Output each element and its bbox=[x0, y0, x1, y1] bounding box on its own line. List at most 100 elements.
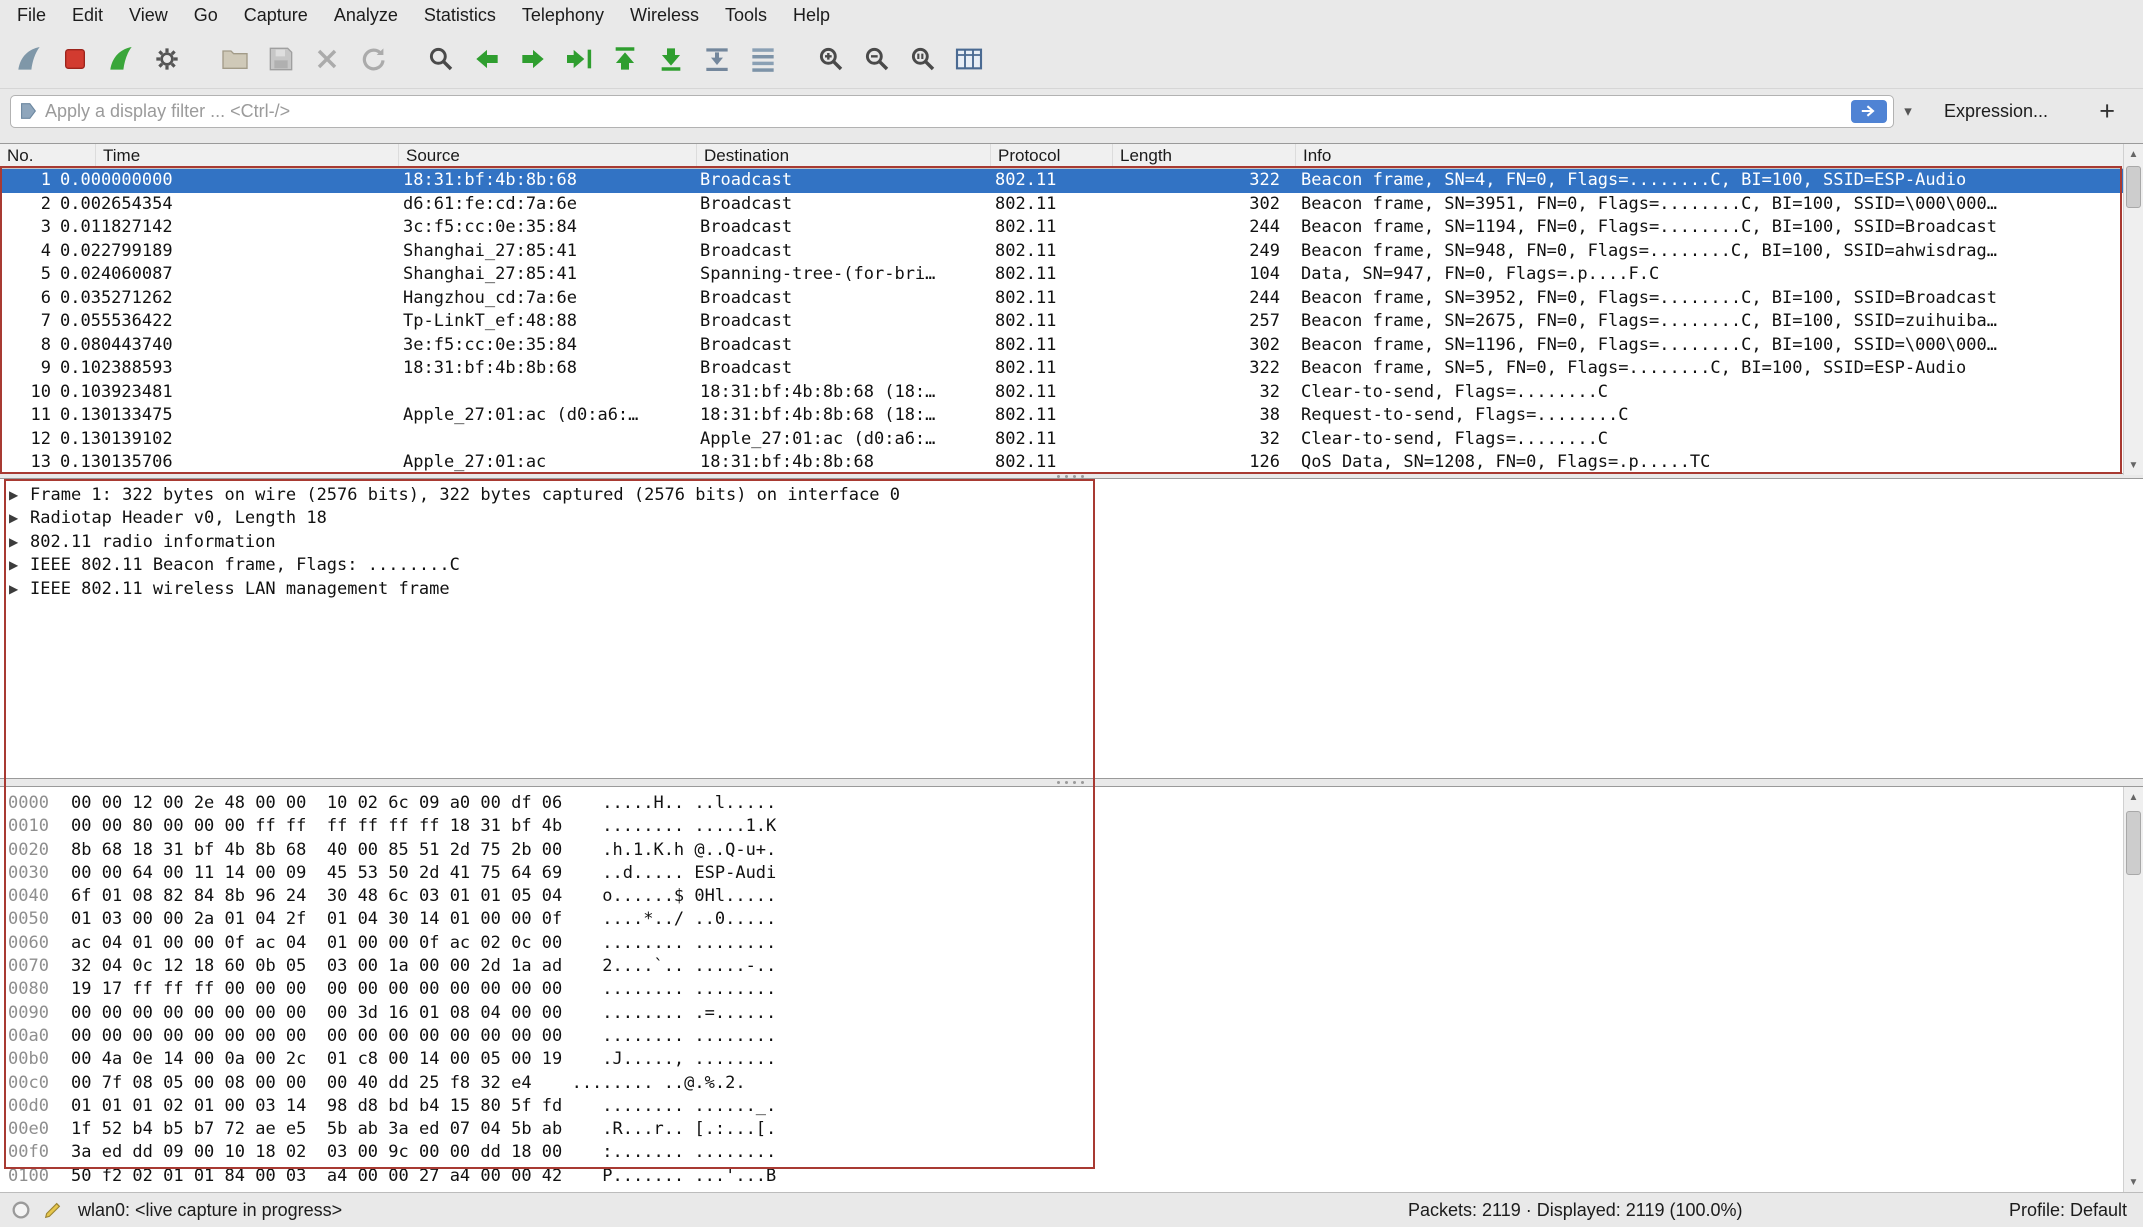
filter-dropdown-button[interactable]: ▾ bbox=[1894, 102, 1922, 120]
column-header-source[interactable]: Source bbox=[399, 144, 697, 168]
expand-arrow-icon[interactable]: ▶ bbox=[6, 535, 30, 549]
column-header-no[interactable]: No. bbox=[0, 144, 96, 168]
capture-comment-icon[interactable] bbox=[42, 1199, 64, 1221]
menu-item-view[interactable]: View bbox=[116, 0, 181, 30]
hex-dump-row[interactable]: 0050 01 03 00 00 2a 01 04 2f 01 04 30 14… bbox=[0, 908, 2143, 931]
capture-options-button[interactable] bbox=[144, 36, 190, 82]
packet-row[interactable]: 2 0.002654354 d6:61:fe:cd:7a:6e Broadcas… bbox=[0, 193, 2123, 217]
expert-info-icon[interactable] bbox=[10, 1199, 32, 1221]
hex-dump-row[interactable]: 00c0 00 7f 08 05 00 08 00 00 00 40 dd 25… bbox=[0, 1072, 2143, 1095]
go-last-packet-button[interactable] bbox=[648, 36, 694, 82]
menu-item-go[interactable]: Go bbox=[181, 0, 231, 30]
packet-row[interactable]: 10 0.103923481 18:31:bf:4b:8b:68 (18:… 8… bbox=[0, 381, 2123, 405]
hex-dump-row[interactable]: 0010 00 00 80 00 00 00 ff ff ff ff ff ff… bbox=[0, 815, 2143, 838]
scroll-up-button[interactable]: ▲ bbox=[2124, 787, 2143, 807]
menu-item-tools[interactable]: Tools bbox=[712, 0, 780, 30]
save-file-button[interactable] bbox=[258, 36, 304, 82]
hex-dump-row[interactable]: 0040 6f 01 08 82 84 8b 96 24 30 48 6c 03… bbox=[0, 885, 2143, 908]
menu-item-help[interactable]: Help bbox=[780, 0, 843, 30]
hex-dump-row[interactable]: 00d0 01 01 01 02 01 00 03 14 98 d8 bd b4… bbox=[0, 1095, 2143, 1118]
wireshark-fin-button[interactable] bbox=[6, 36, 52, 82]
detail-tree-row[interactable]: ▶ 802.11 radio information bbox=[0, 530, 2143, 554]
packet-row[interactable]: 4 0.022799189 Shanghai_27:85:41 Broadcas… bbox=[0, 240, 2123, 264]
packet-row[interactable]: 7 0.055536422 Tp-LinkT_ef:48:88 Broadcas… bbox=[0, 310, 2123, 334]
scrollbar-thumb[interactable] bbox=[2126, 166, 2141, 208]
packet-row[interactable]: 8 0.080443740 3e:f5:cc:0e:35:84 Broadcas… bbox=[0, 334, 2123, 358]
menu-item-edit[interactable]: Edit bbox=[59, 0, 116, 30]
menu-item-statistics[interactable]: Statistics bbox=[411, 0, 509, 30]
column-header-protocol[interactable]: Protocol bbox=[991, 144, 1113, 168]
go-forward-button[interactable] bbox=[510, 36, 556, 82]
hex-dump-row[interactable]: 00e0 1f 52 b4 b5 b7 72 ae e5 5b ab 3a ed… bbox=[0, 1118, 2143, 1141]
scroll-down-button[interactable]: ▼ bbox=[2124, 455, 2143, 475]
scroll-up-button[interactable]: ▲ bbox=[2124, 144, 2143, 164]
hex-ascii: .....H.. ..l..... bbox=[602, 792, 776, 815]
hex-dump-row[interactable]: 00a0 00 00 00 00 00 00 00 00 00 00 00 00… bbox=[0, 1025, 2143, 1048]
pane-splitter-handle[interactable] bbox=[1048, 780, 1092, 785]
menu-item-analyze[interactable]: Analyze bbox=[321, 0, 411, 30]
hex-dump-row[interactable]: 0090 00 00 00 00 00 00 00 00 00 3d 16 01… bbox=[0, 1002, 2143, 1025]
hex-dump-row[interactable]: 0020 8b 68 18 31 bf 4b 8b 68 40 00 85 51… bbox=[0, 839, 2143, 862]
hex-dump-row[interactable]: 0100 50 f2 02 01 01 84 00 03 a4 00 00 27… bbox=[0, 1165, 2143, 1188]
zoom-out-button[interactable] bbox=[854, 36, 900, 82]
open-file-button[interactable] bbox=[212, 36, 258, 82]
go-back-button[interactable] bbox=[464, 36, 510, 82]
auto-scroll-button[interactable] bbox=[694, 36, 740, 82]
cell-protocol: 802.11 bbox=[995, 240, 1113, 264]
resize-columns-button[interactable] bbox=[946, 36, 992, 82]
expand-arrow-icon[interactable]: ▶ bbox=[6, 511, 30, 525]
add-filter-button[interactable]: + bbox=[2099, 98, 2115, 125]
zoom-in-button[interactable] bbox=[808, 36, 854, 82]
cell-source: 18:31:bf:4b:8b:68 bbox=[403, 357, 700, 381]
expression-button[interactable]: Expression... bbox=[1944, 101, 2048, 122]
hex-dump-row[interactable]: 00b0 00 4a 0e 14 00 0a 00 2c 01 c8 00 14… bbox=[0, 1048, 2143, 1071]
hex-bytes: 00 00 00 00 00 00 00 00 00 3d 16 01 08 0… bbox=[71, 1002, 562, 1025]
cell-length: 104 bbox=[1113, 263, 1285, 287]
column-header-info[interactable]: Info bbox=[1296, 144, 2123, 168]
packet-row[interactable]: 1 0.000000000 18:31:bf:4b:8b:68 Broadcas… bbox=[0, 169, 2123, 193]
menu-item-file[interactable]: File bbox=[4, 0, 59, 30]
packet-row[interactable]: 13 0.130135706 Apple_27:01:ac 18:31:bf:4… bbox=[0, 451, 2123, 475]
detail-tree-row[interactable]: ▶ IEEE 802.11 Beacon frame, Flags: .....… bbox=[0, 554, 2143, 578]
packet-row[interactable]: 5 0.024060087 Shanghai_27:85:41 Spanning… bbox=[0, 263, 2123, 287]
display-filter-input[interactable] bbox=[45, 101, 1851, 122]
packet-row[interactable]: 6 0.035271262 Hangzhou_cd:7a:6e Broadcas… bbox=[0, 287, 2123, 311]
hex-dump-row[interactable]: 0060 ac 04 01 00 00 0f ac 04 01 00 00 0f… bbox=[0, 932, 2143, 955]
expand-arrow-icon[interactable]: ▶ bbox=[6, 582, 30, 596]
go-to-packet-button[interactable] bbox=[556, 36, 602, 82]
apply-filter-button[interactable] bbox=[1851, 100, 1887, 123]
detail-tree-row[interactable]: ▶ Radiotap Header v0, Length 18 bbox=[0, 507, 2143, 531]
packet-row[interactable]: 9 0.102388593 18:31:bf:4b:8b:68 Broadcas… bbox=[0, 357, 2123, 381]
find-packet-button[interactable] bbox=[418, 36, 464, 82]
menu-item-wireless[interactable]: Wireless bbox=[617, 0, 712, 30]
scrollbar-thumb[interactable] bbox=[2126, 811, 2141, 875]
hex-dump-row[interactable]: 0000 00 00 12 00 2e 48 00 00 10 02 6c 09… bbox=[0, 792, 2143, 815]
scroll-down-button[interactable]: ▼ bbox=[2124, 1172, 2143, 1192]
packet-row[interactable]: 12 0.130139102 Apple_27:01:ac (d0:a6:… 8… bbox=[0, 428, 2123, 452]
filter-bookmark-icon[interactable] bbox=[17, 100, 39, 122]
colorize-button[interactable] bbox=[740, 36, 786, 82]
hex-dump-row[interactable]: 0080 19 17 ff ff ff 00 00 00 00 00 00 00… bbox=[0, 978, 2143, 1001]
expand-arrow-icon[interactable]: ▶ bbox=[6, 488, 30, 502]
hex-dump-row[interactable]: 0070 32 04 0c 12 18 60 0b 05 03 00 1a 00… bbox=[0, 955, 2143, 978]
go-first-packet-button[interactable] bbox=[602, 36, 648, 82]
restart-capture-button[interactable] bbox=[98, 36, 144, 82]
reload-file-button[interactable] bbox=[350, 36, 396, 82]
packet-row[interactable]: 3 0.011827142 3c:f5:cc:0e:35:84 Broadcas… bbox=[0, 216, 2123, 240]
hex-dump-row[interactable]: 0030 00 00 64 00 11 14 00 09 45 53 50 2d… bbox=[0, 862, 2143, 885]
profile-label[interactable]: Profile: Default bbox=[2009, 1200, 2127, 1221]
stop-capture-button[interactable] bbox=[52, 36, 98, 82]
menu-item-telephony[interactable]: Telephony bbox=[509, 0, 617, 30]
column-header-length[interactable]: Length bbox=[1113, 144, 1296, 168]
zoom-original-button[interactable] bbox=[900, 36, 946, 82]
expand-arrow-icon[interactable]: ▶ bbox=[6, 558, 30, 572]
hex-dump-row[interactable]: 00f0 3a ed dd 09 00 10 18 02 03 00 9c 00… bbox=[0, 1141, 2143, 1164]
menu-item-capture[interactable]: Capture bbox=[231, 0, 321, 30]
detail-tree-row[interactable]: ▶ IEEE 802.11 wireless LAN management fr… bbox=[0, 577, 2143, 601]
column-header-time[interactable]: Time bbox=[96, 144, 399, 168]
column-header-destination[interactable]: Destination bbox=[697, 144, 991, 168]
packet-row[interactable]: 11 0.130133475 Apple_27:01:ac (d0:a6:… 1… bbox=[0, 404, 2123, 428]
detail-tree-row[interactable]: ▶ Frame 1: 322 bytes on wire (2576 bits)… bbox=[0, 483, 2143, 507]
close-file-button[interactable] bbox=[304, 36, 350, 82]
cell-source: Apple_27:01:ac (d0:a6:… bbox=[403, 404, 700, 428]
